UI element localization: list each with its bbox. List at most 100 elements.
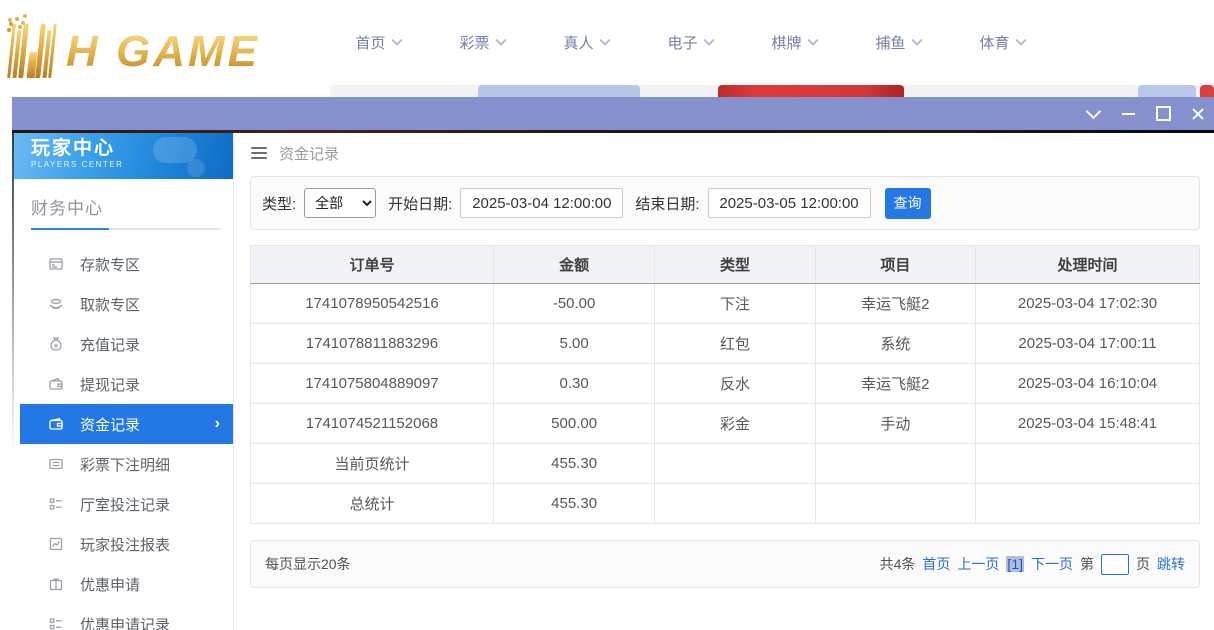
window-content-left-border — [12, 133, 14, 453]
chevron-down-icon — [599, 34, 610, 45]
cell-process-time: 2025-03-04 17:02:30 — [976, 284, 1200, 324]
cell-summary-amount: 455.30 — [493, 484, 654, 524]
window-close-icon[interactable] — [1190, 106, 1206, 122]
sidebar-item-player-bet-report[interactable]: 玩家投注报表 — [20, 524, 233, 564]
sidebar-item-recharge-record[interactable]: 充值记录 — [20, 324, 233, 364]
jump-label-pre: 第 — [1080, 554, 1094, 574]
jump-link[interactable]: 跳转 — [1157, 554, 1185, 574]
table-row: 1741074521152068 500.00 彩金 手动 2025-03-04… — [251, 404, 1200, 444]
cell-project: 手动 — [815, 404, 975, 444]
main-menu: 首页 彩票 真人 电子 棋牌 捕鱼 体育 — [326, 0, 1054, 85]
cell-summary-label: 总统计 — [251, 484, 494, 524]
sidebar-menu: 存款专区 取款专区 充值记录 提现记录 — [12, 244, 233, 630]
page-size-text: 每页显示20条 — [265, 554, 351, 574]
prev-page-link[interactable]: 上一页 — [957, 554, 999, 574]
menu-toggle-icon[interactable] — [251, 147, 267, 159]
page: H GAME 首页 彩票 真人 电子 棋牌 捕鱼 体育 — [0, 0, 1214, 630]
recharge-record-icon — [48, 336, 64, 352]
sidebar-item-hall-bet-record[interactable]: 厅室投注记录 — [20, 484, 233, 524]
filter-bar: 类型: 全部 开始日期: 结束日期: 查询 — [250, 176, 1200, 230]
window-content: 玩家中心 PLAYERS CENTER 财务中心 存款专区 取款专区 — [12, 133, 1214, 630]
column-header-type: 类型 — [655, 246, 815, 284]
lottery-bet-detail-icon — [48, 456, 64, 472]
first-page-link[interactable]: 首页 — [922, 554, 950, 574]
sidebar-item-promo-apply-record[interactable]: 优惠申请记录 — [20, 604, 233, 630]
start-date-input[interactable] — [460, 188, 623, 218]
breadcrumb: 资金记录 — [250, 133, 1200, 173]
chevron-down-icon — [807, 34, 818, 45]
nav-item-live[interactable]: 真人 — [534, 32, 638, 53]
table-summary-row-page: 当前页统计 455.30 — [251, 444, 1200, 484]
player-center-window: 玩家中心 PLAYERS CENTER 财务中心 存款专区 取款专区 — [12, 97, 1214, 630]
sidebar-section-underline — [31, 228, 221, 230]
sidebar-item-promo-apply[interactable]: 优惠申请 — [20, 564, 233, 604]
promo-apply-record-icon — [48, 616, 64, 630]
logo-sparkle-icon — [8, 18, 12, 22]
end-date-label: 结束日期: — [635, 193, 699, 214]
column-header-amount: 金额 — [493, 246, 654, 284]
cell-amount: 500.00 — [493, 404, 654, 444]
sidebar-item-withdraw-zone[interactable]: 取款专区 — [20, 284, 233, 324]
sidebar-title: 玩家中心 — [31, 138, 233, 160]
current-page-indicator: 1 — [1006, 556, 1024, 572]
background-fragment — [478, 85, 640, 97]
sidebar-item-funds-record[interactable]: 资金记录 › — [20, 404, 233, 444]
page-title: 资金记录 — [279, 143, 339, 164]
table-summary-row-total: 总统计 455.30 — [251, 484, 1200, 524]
cell-process-time: 2025-03-04 15:48:41 — [976, 404, 1200, 444]
cell-order-no: 1741078950542516 — [251, 284, 494, 324]
column-header-project: 项目 — [815, 246, 975, 284]
cell-type: 彩金 — [655, 404, 815, 444]
window-titlebar — [12, 97, 1214, 130]
promo-apply-icon — [48, 576, 64, 592]
table-row: 1741075804889097 0.30 反水 幸运飞艇2 2025-03-0… — [251, 364, 1200, 404]
withdraw-zone-icon — [48, 296, 64, 312]
withdraw-record-icon — [48, 376, 64, 392]
gamepad-watermark-icon — [153, 137, 197, 163]
table-header-row: 订单号 金额 类型 项目 处理时间 — [251, 246, 1200, 284]
site-logo[interactable]: H GAME — [10, 20, 260, 78]
gamepad-watermark-icon — [187, 159, 205, 177]
end-date-input[interactable] — [708, 188, 871, 218]
query-button[interactable]: 查询 — [885, 188, 931, 219]
cell-project: 幸运飞艇2 — [815, 364, 975, 404]
nav-item-board-games[interactable]: 棋牌 — [742, 32, 846, 53]
sidebar: 玩家中心 PLAYERS CENTER 财务中心 存款专区 取款专区 — [12, 133, 234, 630]
sidebar-section-title: 财务中心 — [31, 194, 233, 219]
chevron-down-icon — [391, 34, 402, 45]
sidebar-item-deposit-zone[interactable]: 存款专区 — [20, 244, 233, 284]
window-minimize-icon[interactable] — [1120, 106, 1136, 122]
column-header-process-time: 处理时间 — [976, 246, 1200, 284]
cell-amount: 5.00 — [493, 324, 654, 364]
cell-order-no: 1741074521152068 — [251, 404, 494, 444]
sidebar-item-lottery-bet-detail[interactable]: 彩票下注明细 — [20, 444, 233, 484]
nav-item-sports[interactable]: 体育 — [950, 32, 1054, 53]
chevron-down-icon — [1015, 34, 1026, 45]
chevron-right-icon: › — [215, 415, 220, 433]
window-maximize-icon[interactable] — [1155, 106, 1171, 122]
cell-summary-amount: 455.30 — [493, 444, 654, 484]
page-jump-input[interactable] — [1101, 554, 1129, 575]
cell-type: 下注 — [655, 284, 815, 324]
hall-bet-record-icon — [48, 496, 64, 512]
nav-item-fishing[interactable]: 捕鱼 — [846, 32, 950, 53]
nav-item-slots[interactable]: 电子 — [638, 32, 742, 53]
column-header-order-no: 订单号 — [251, 246, 494, 284]
type-select[interactable]: 全部 — [304, 188, 376, 218]
chevron-down-icon — [495, 34, 506, 45]
deposit-zone-icon — [48, 256, 64, 272]
sidebar-item-withdraw-record[interactable]: 提现记录 — [20, 364, 233, 404]
start-date-label: 开始日期: — [388, 193, 452, 214]
cell-type: 红包 — [655, 324, 815, 364]
background-page-strip — [0, 85, 1214, 97]
nav-item-lottery[interactable]: 彩票 — [430, 32, 534, 53]
pager: 共4条 首页 上一页 1 下一页 第 页 跳转 — [880, 554, 1185, 575]
cell-process-time: 2025-03-04 17:00:11 — [976, 324, 1200, 364]
window-collapse-icon[interactable] — [1085, 106, 1101, 122]
sidebar-header: 玩家中心 PLAYERS CENTER — [12, 133, 233, 179]
nav-item-home[interactable]: 首页 — [326, 32, 430, 53]
cell-amount: -50.00 — [493, 284, 654, 324]
next-page-link[interactable]: 下一页 — [1031, 554, 1073, 574]
cell-amount: 0.30 — [493, 364, 654, 404]
pagination-bar: 每页显示20条 共4条 首页 上一页 1 下一页 第 页 跳转 — [250, 540, 1200, 588]
